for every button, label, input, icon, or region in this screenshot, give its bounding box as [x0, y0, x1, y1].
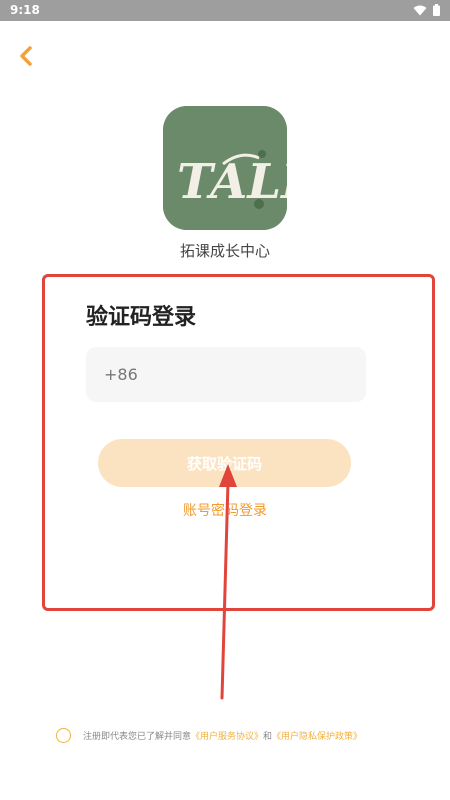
agreement-row: 注册即代表您已了解并同意 《用户服务协议》 和 《用户隐私保护政策》	[56, 728, 362, 743]
app-name: 拓课成长中心	[179, 242, 270, 260]
agree-radio-button[interactable]	[56, 728, 71, 743]
phone-prefix: +86	[104, 365, 138, 384]
logo-text: TALK	[177, 154, 287, 210]
password-login-link[interactable]: 账号密码登录	[0, 500, 450, 520]
wifi-icon	[413, 5, 427, 15]
phone-input[interactable]: +86	[86, 347, 366, 402]
battery-icon	[433, 4, 440, 16]
agreement-text: 注册即代表您已了解并同意	[83, 732, 192, 742]
terms-link[interactable]: 《用户服务协议》	[191, 729, 263, 742]
status-bar: 9:18	[0, 0, 450, 21]
app-logo: TALK	[163, 106, 287, 230]
back-button[interactable]	[10, 40, 42, 72]
get-code-button[interactable]: 获取验证码	[98, 439, 351, 487]
agreement-conjunction: 和	[263, 732, 273, 742]
chevron-left-icon	[20, 46, 32, 66]
login-title: 验证码登录	[86, 305, 197, 330]
status-time: 9:18	[10, 3, 40, 17]
status-icons	[413, 4, 440, 16]
privacy-link[interactable]: 《用户隐私保护政策》	[272, 729, 362, 742]
